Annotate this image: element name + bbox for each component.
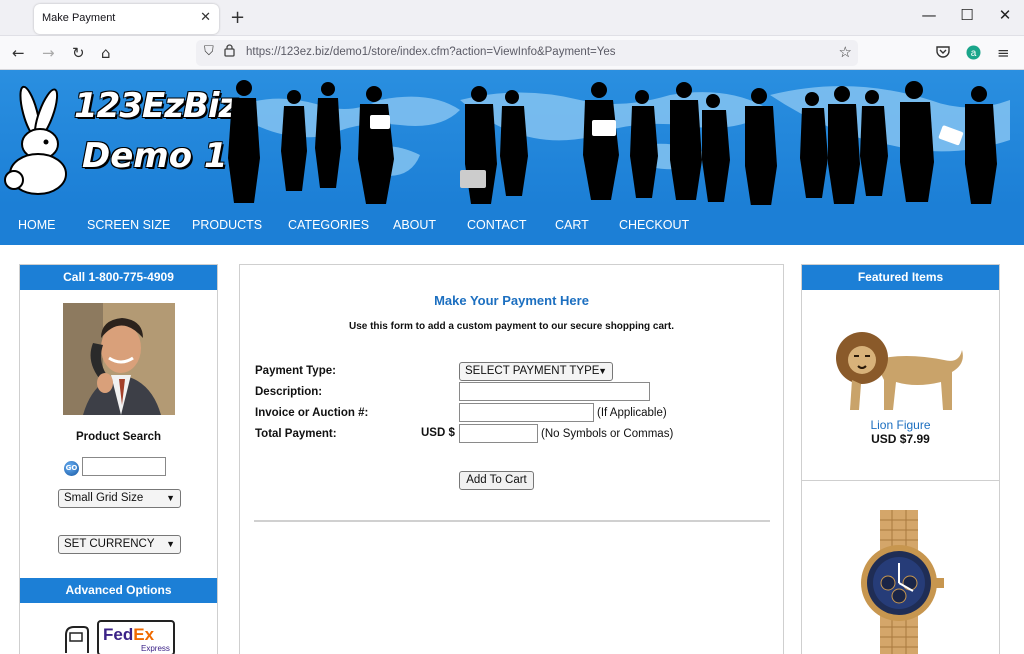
lion-figure-image[interactable] bbox=[834, 320, 969, 415]
invoice-label: Invoice or Auction #: bbox=[255, 407, 369, 419]
menu-icon[interactable]: ≡ bbox=[997, 44, 1010, 62]
page-title: Make Your Payment Here bbox=[434, 293, 589, 308]
phone-header[interactable]: Call 1-800-775-4909 bbox=[20, 265, 217, 290]
menu-products[interactable]: PRODUCTS bbox=[192, 218, 262, 232]
new-tab-icon[interactable]: + bbox=[230, 7, 245, 28]
url-text[interactable]: https://123ez.biz/demo1/store/index.cfm?… bbox=[246, 46, 616, 58]
home-icon[interactable]: ⌂ bbox=[101, 44, 111, 62]
business-people-graphic bbox=[228, 80, 1010, 205]
grid-size-value: Small Grid Size bbox=[64, 492, 144, 504]
browser-navbar: ← → ↻ ⌂ ⛉ https://123ez.biz/demo1/store/… bbox=[0, 36, 1024, 70]
menu-contact[interactable]: CONTACT bbox=[467, 218, 527, 232]
page-subtitle: Use this form to add a custom payment to… bbox=[348, 321, 675, 332]
pocket-icon[interactable] bbox=[936, 44, 950, 62]
featured-sidebar: Featured Items Lion Figure USD $7.99 bbox=[801, 264, 1000, 654]
menu-about[interactable]: ABOUT bbox=[393, 218, 436, 232]
extension-icon[interactable]: a bbox=[966, 45, 981, 64]
lock-icon[interactable] bbox=[224, 44, 235, 60]
currency-select[interactable]: SET CURRENCY ▼ bbox=[58, 535, 181, 554]
fedex-logo[interactable]: FedEx Express bbox=[97, 620, 175, 654]
total-payment-label: Total Payment: bbox=[255, 428, 337, 440]
item-separator bbox=[802, 480, 999, 481]
chevron-down-icon: ▼ bbox=[598, 366, 607, 376]
invoice-input[interactable] bbox=[459, 403, 594, 422]
total-note: (No Symbols or Commas) bbox=[541, 428, 674, 440]
browser-tab[interactable]: Make Payment ✕ bbox=[34, 4, 219, 34]
forward-icon[interactable]: → bbox=[42, 44, 55, 62]
chevron-down-icon: ▼ bbox=[166, 493, 175, 503]
featured-item-name[interactable]: Lion Figure bbox=[802, 418, 999, 432]
back-icon[interactable]: ← bbox=[12, 44, 25, 62]
delivery-truck-icon bbox=[65, 626, 89, 653]
menu-categories[interactable]: CATEGORIES bbox=[288, 218, 369, 232]
currency-value: SET CURRENCY bbox=[64, 538, 155, 550]
menu-cart[interactable]: CART bbox=[555, 218, 589, 232]
currency-prefix: USD $ bbox=[421, 427, 455, 439]
svg-text:a: a bbox=[971, 48, 977, 59]
fedex-express-label: Express bbox=[141, 644, 170, 653]
invoice-note: (If Applicable) bbox=[597, 407, 667, 419]
browser-tabstrip: Make Payment ✕ + — ☐ ✕ bbox=[0, 0, 1024, 36]
minimize-icon[interactable]: — bbox=[914, 6, 944, 24]
fedex-wordmark: FedEx bbox=[103, 625, 155, 644]
description-input[interactable] bbox=[459, 382, 650, 401]
window-close-icon[interactable]: ✕ bbox=[990, 6, 1020, 24]
main-menu: HOME SCREEN SIZE PRODUCTS CATEGORIES ABO… bbox=[0, 205, 1024, 245]
bookmark-star-icon[interactable]: ☆ bbox=[839, 43, 852, 61]
grid-size-select[interactable]: Small Grid Size ▼ bbox=[58, 489, 181, 508]
divider bbox=[254, 520, 770, 522]
menu-checkout[interactable]: CHECKOUT bbox=[619, 218, 689, 232]
product-search-input[interactable] bbox=[82, 457, 166, 476]
support-agent-photo bbox=[63, 303, 175, 415]
description-label: Description: bbox=[255, 386, 323, 398]
tab-title: Make Payment bbox=[42, 12, 116, 24]
payment-type-value: SELECT PAYMENT TYPE bbox=[465, 365, 600, 377]
menu-screen-size[interactable]: SCREEN SIZE bbox=[87, 218, 170, 232]
payment-type-label: Payment Type: bbox=[255, 365, 336, 377]
left-sidebar: Call 1-800-775-4909 Product Search GO Sm… bbox=[19, 264, 218, 654]
reload-icon[interactable]: ↻ bbox=[72, 44, 85, 62]
payment-type-select[interactable]: SELECT PAYMENT TYPE ▼ bbox=[459, 362, 613, 381]
rabbit-logo-icon bbox=[4, 85, 67, 195]
total-payment-input[interactable] bbox=[459, 424, 538, 443]
featured-item-price: USD $7.99 bbox=[871, 432, 930, 446]
logo-subtitle[interactable]: Demo 1 bbox=[82, 136, 228, 176]
go-search-icon[interactable]: GO bbox=[64, 461, 79, 476]
advanced-options-header[interactable]: Advanced Options bbox=[20, 578, 217, 603]
url-bar[interactable]: ⛉ https://123ez.biz/demo1/store/index.cf… bbox=[196, 40, 858, 66]
payment-panel: Make Your Payment Here Use this form to … bbox=[239, 264, 784, 654]
tab-close-icon[interactable]: ✕ bbox=[200, 10, 211, 25]
site-banner: 123EzBiz Demo 1 bbox=[0, 70, 1024, 205]
menu-home[interactable]: HOME bbox=[18, 218, 56, 232]
chevron-down-icon: ▼ bbox=[166, 539, 175, 549]
shield-icon[interactable]: ⛉ bbox=[204, 44, 214, 59]
watch-image[interactable] bbox=[852, 510, 947, 654]
maximize-icon[interactable]: ☐ bbox=[952, 6, 982, 24]
featured-header: Featured Items bbox=[802, 265, 999, 290]
product-search-title: Product Search bbox=[76, 431, 161, 443]
add-to-cart-button[interactable]: Add To Cart bbox=[459, 471, 534, 490]
